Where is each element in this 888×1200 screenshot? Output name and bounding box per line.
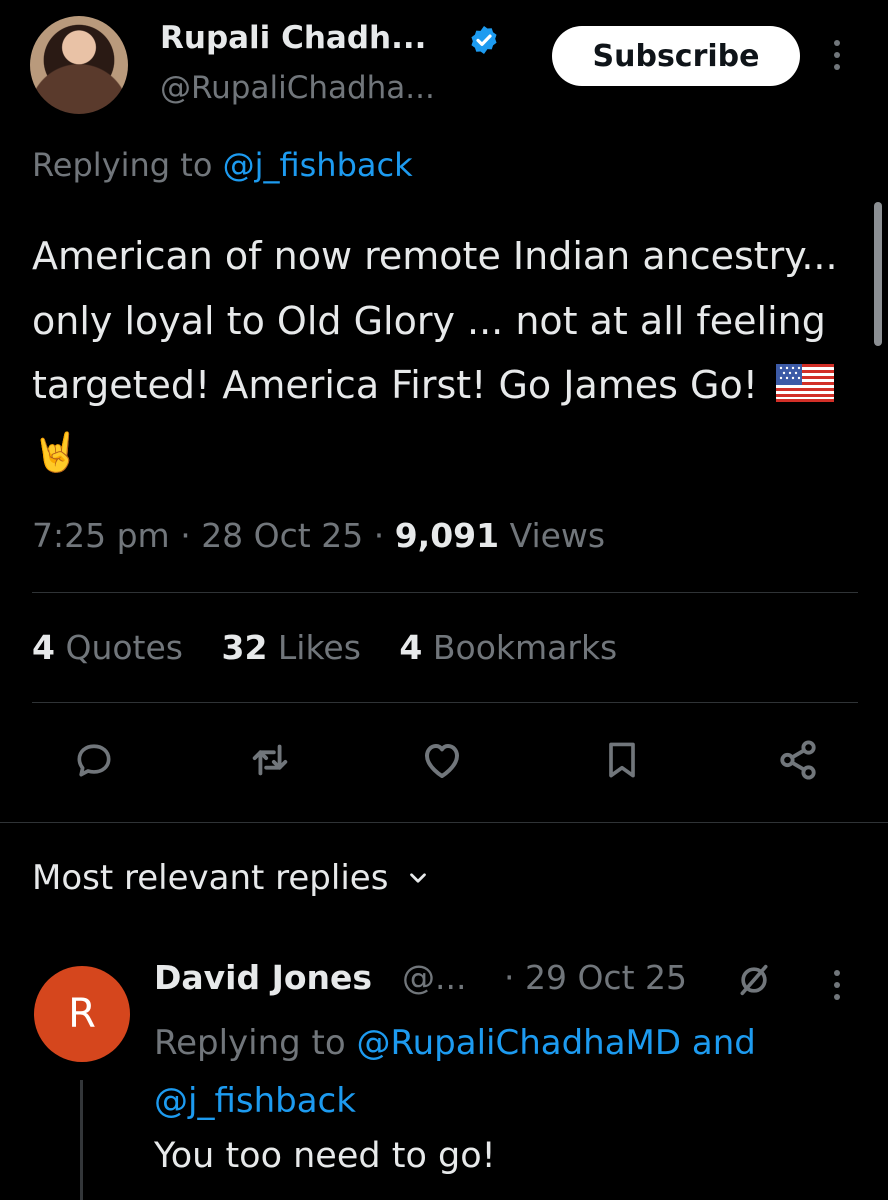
scrollbar[interactable]: [874, 202, 882, 346]
views-count: 9,091: [394, 516, 500, 555]
reply-and-word: and: [691, 1023, 756, 1063]
likes-stat[interactable]: 32 Likes: [221, 628, 360, 667]
chevron-down-icon: [410, 873, 427, 883]
divider: [32, 702, 858, 703]
reply-date[interactable]: · 29 Oct 25: [504, 958, 687, 997]
quotes-stat[interactable]: 4 Quotes: [32, 628, 183, 667]
more-options-icon[interactable]: [834, 40, 840, 70]
bookmarks-stat[interactable]: 4 Bookmarks: [399, 628, 617, 667]
repost-icon: [252, 744, 288, 776]
replying-to-line: Replying to @j_fishback: [32, 146, 413, 184]
reply-more-options-icon[interactable]: [834, 970, 840, 1000]
action-bar: [0, 730, 888, 802]
reply-author-avatar[interactable]: R: [34, 966, 130, 1062]
replying-prefix: Replying to: [32, 146, 213, 184]
bookmark-icon: [609, 742, 635, 778]
author-handle[interactable]: @RupaliChadha...: [160, 70, 435, 106]
reply-replying-link-2[interactable]: @j_fishback: [154, 1081, 356, 1121]
reply-replying-prefix: Replying to: [154, 1023, 346, 1063]
likes-count: 32: [221, 628, 268, 667]
post-text: American of now remote Indian ancestry..…: [32, 234, 838, 407]
divider: [32, 592, 858, 593]
author-name[interactable]: Rupali Chadh...: [160, 20, 426, 56]
engagement-stats: 4 Quotes 32 Likes 4 Bookmarks: [32, 628, 617, 667]
share-icon: [780, 740, 816, 780]
thread-line: [80, 1080, 83, 1200]
heart-icon: [425, 744, 459, 778]
post-time[interactable]: 7:25 pm: [32, 516, 170, 555]
section-divider: [0, 822, 888, 823]
reply-author-handle[interactable]: @...: [402, 958, 466, 997]
bookmark-button[interactable]: [592, 730, 652, 790]
bookmarks-count: 4: [399, 628, 423, 667]
quotes-count: 4: [32, 628, 55, 667]
verified-badge-icon: [471, 26, 497, 54]
reply-text: You too need to go!: [154, 1136, 496, 1176]
author-avatar[interactable]: [30, 16, 128, 114]
restricted-icon: [740, 964, 768, 996]
views-label: Views: [509, 516, 606, 555]
likes-label: Likes: [277, 628, 361, 667]
share-button[interactable]: [768, 730, 828, 790]
flag-us-icon: [776, 364, 835, 402]
reply-author-name[interactable]: David Jones: [154, 958, 372, 997]
rock-on-hand-emoji: 🤘: [32, 429, 80, 474]
post-text-block: American of now remote Indian ancestry..…: [32, 224, 852, 484]
reply-icon: [77, 744, 111, 777]
like-button[interactable]: [412, 730, 472, 790]
replying-to-link[interactable]: @j_fishback: [223, 146, 413, 184]
post-meta: 7:25 pm · 28 Oct 25 · 9,091 Views: [32, 516, 606, 555]
reply-button[interactable]: [64, 730, 124, 790]
bookmarks-label: Bookmarks: [432, 628, 618, 667]
repost-button[interactable]: [240, 730, 300, 790]
replies-sort-label: Most relevant replies: [32, 858, 389, 898]
quotes-label: Quotes: [65, 628, 183, 667]
replies-sort-dropdown[interactable]: Most relevant replies: [32, 858, 431, 898]
subscribe-button[interactable]: Subscribe: [552, 26, 800, 86]
reply-replying-link-1[interactable]: @RupaliChadhaMD: [357, 1023, 682, 1063]
reply-replying-to-line: Replying to @RupaliChadhaMD and @j_fishb…: [154, 1014, 854, 1130]
post-date[interactable]: 28 Oct 25: [201, 516, 363, 555]
